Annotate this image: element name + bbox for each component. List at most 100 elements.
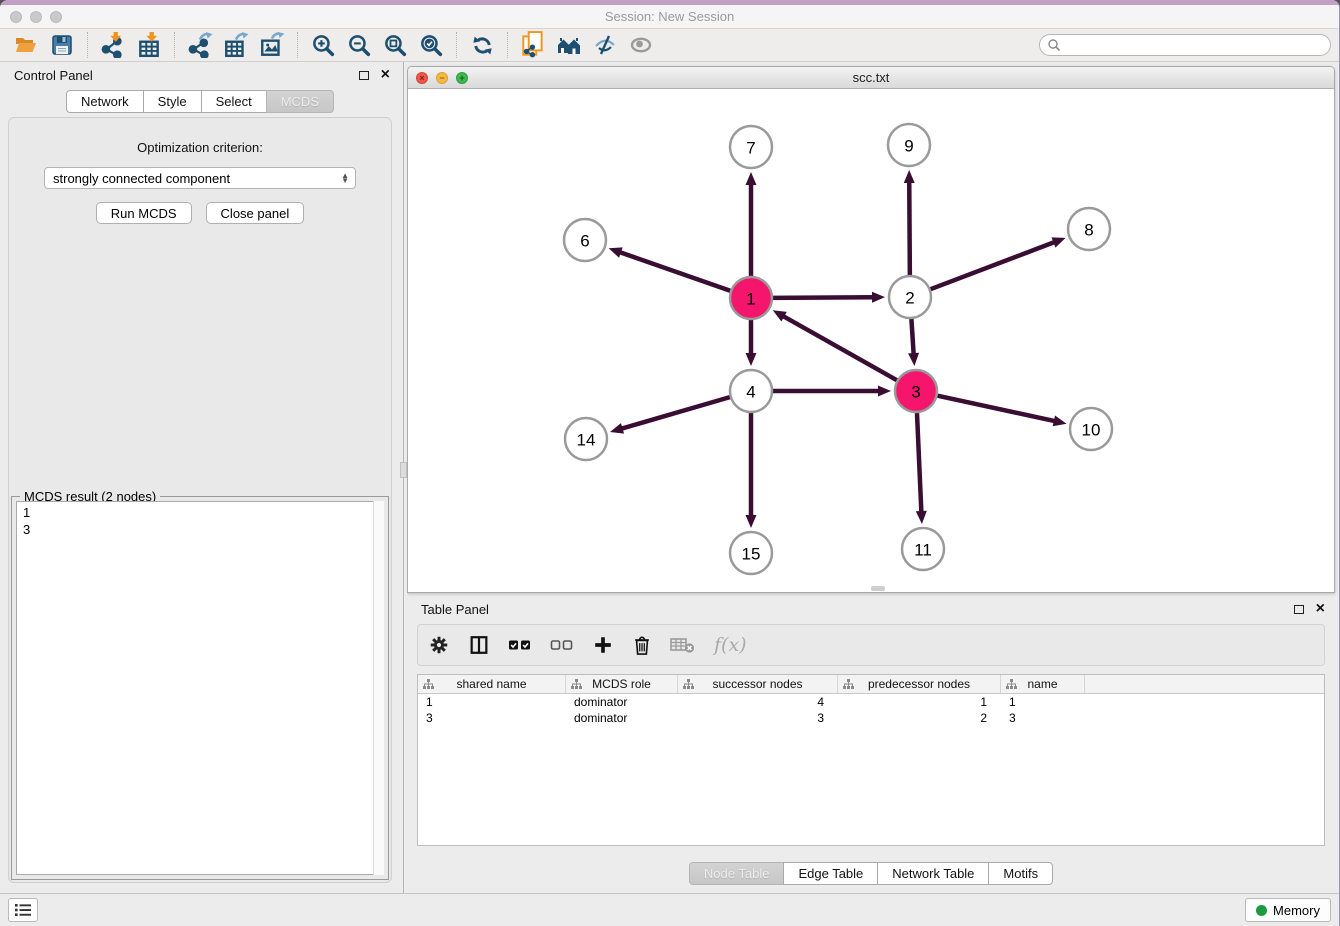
import-table-icon[interactable] [131,30,167,60]
zoom-selected-icon[interactable] [413,30,449,60]
column-header-name[interactable]: name [1001,675,1085,693]
memory-button[interactable]: Memory [1245,898,1331,922]
graph-node-15[interactable]: 15 [730,532,772,574]
graph-edge[interactable] [931,242,1056,289]
tab-mcds[interactable]: MCDS [266,90,334,113]
table-cell[interactable]: dominator [566,695,678,709]
svg-text:9: 9 [904,137,913,156]
zoom-in-icon[interactable] [305,30,341,60]
graph-node-7[interactable]: 7 [730,126,772,168]
refresh-icon[interactable] [464,30,500,60]
home-icon[interactable] [551,30,587,60]
svg-text:2: 2 [905,289,914,308]
tab-network-table[interactable]: Network Table [877,862,989,885]
column-header-successor-nodes[interactable]: successor nodes [678,675,838,693]
table-cell[interactable]: 4 [678,695,838,709]
float-panel-icon[interactable] [359,71,369,80]
table-cell[interactable]: 2 [838,711,1001,725]
split-column-icon[interactable] [468,628,490,662]
save-icon[interactable] [44,30,80,60]
column-type-icon [1006,679,1017,690]
close-table-panel-icon[interactable]: × [1316,603,1325,615]
task-history-icon[interactable] [8,898,38,922]
graph-node-4[interactable]: 4 [730,370,772,412]
network-canvas[interactable]: 7 9 6 8 1 2 4 3 14 10 15 11 [408,89,1334,592]
table-cell[interactable]: 3 [1001,711,1085,725]
graph-node-1[interactable]: 1 [730,277,772,319]
graph-edge[interactable] [782,316,896,381]
tab-edge-table[interactable]: Edge Table [783,862,878,885]
graph-edge[interactable] [909,181,910,275]
graph-node-6[interactable]: 6 [564,219,606,261]
table-cell[interactable]: dominator [566,711,678,725]
graph-node-8[interactable]: 8 [1068,208,1110,250]
table-panel-tabs: Node Table Edge Table Network Table Moti… [407,862,1335,885]
window-titlebar: Session: New Session [0,5,1339,28]
optimization-criterion-select[interactable]: strongly connected component ▲▼ [44,167,356,189]
svg-text:14: 14 [577,431,596,450]
gear-icon[interactable] [428,628,450,662]
open-folder-icon[interactable] [8,30,44,60]
float-table-panel-icon[interactable] [1294,605,1304,614]
graph-edge[interactable] [917,413,921,513]
export-table-icon[interactable] [218,30,254,60]
tab-select[interactable]: Select [201,90,267,113]
svg-text:8: 8 [1084,221,1093,240]
graph-node-2[interactable]: 2 [889,276,931,318]
zoom-fit-icon[interactable] [377,30,413,60]
export-image-icon[interactable] [254,30,290,60]
tab-motifs[interactable]: Motifs [988,862,1053,885]
function-builder-icon[interactable]: f(x) [714,628,747,662]
search-input[interactable] [1039,34,1331,56]
zoom-out-icon[interactable] [341,30,377,60]
graph-node-3[interactable]: 3 [895,370,937,412]
graph-edge[interactable] [621,397,730,429]
graph-edge[interactable] [937,396,1055,422]
panel-splitter[interactable] [400,62,407,893]
canvas-scrollbar-handle[interactable] [871,586,885,591]
graph-edge[interactable] [773,297,874,298]
table-row[interactable]: 3dominator323 [418,710,1324,726]
table-cell[interactable]: 1 [838,695,1001,709]
column-header-MCDS-role[interactable]: MCDS role [566,675,678,693]
hide-graphics-details-icon[interactable] [587,30,623,60]
run-mcds-button[interactable]: Run MCDS [96,202,192,224]
graph-node-9[interactable]: 9 [888,124,930,166]
trash-icon[interactable] [632,628,652,662]
table-cell[interactable]: 1 [418,695,566,709]
table-cell[interactable]: 3 [678,711,838,725]
tab-network[interactable]: Network [66,90,144,113]
add-icon[interactable] [592,628,614,662]
graph-node-14[interactable]: 14 [565,418,607,460]
import-network-icon[interactable] [95,30,131,60]
control-panel-title: Control Panel [14,68,93,83]
splitter-grip[interactable] [400,462,407,478]
graph-node-11[interactable]: 11 [902,528,944,570]
table-cell[interactable]: 3 [418,711,566,725]
close-panel-icon[interactable]: × [381,69,390,81]
graph-edge[interactable] [911,319,913,355]
mcds-result-list[interactable]: 13 [16,501,384,875]
toolbar-separator [297,32,298,58]
window-title: Session: New Session [0,9,1339,24]
result-scrollbar[interactable] [373,501,384,875]
network-from-selection-icon[interactable] [515,30,551,60]
graph-node-10[interactable]: 10 [1070,408,1112,450]
export-network-icon[interactable] [182,30,218,60]
eye-icon[interactable] [623,30,659,60]
column-header-predecessor-nodes[interactable]: predecessor nodes [838,675,1001,693]
deselect-checkboxes-icon[interactable] [550,628,574,662]
table-panel-title: Table Panel [421,602,489,617]
column-header-shared-name[interactable]: shared name [418,675,566,693]
tab-style[interactable]: Style [143,90,202,113]
close-panel-button[interactable]: Close panel [206,202,305,224]
table-cell[interactable]: 1 [1001,695,1085,709]
table-row[interactable]: 1dominator411 [418,694,1324,710]
tab-node-table[interactable]: Node Table [689,862,785,885]
column-type-icon [683,679,694,690]
optimization-criterion-label: Optimization criterion: [137,140,263,155]
select-all-checkboxes-icon[interactable] [508,628,532,662]
delete-column-icon[interactable] [670,628,696,662]
network-window-titlebar[interactable]: × − + scc.txt [408,67,1334,89]
graph-edge[interactable] [619,252,730,291]
